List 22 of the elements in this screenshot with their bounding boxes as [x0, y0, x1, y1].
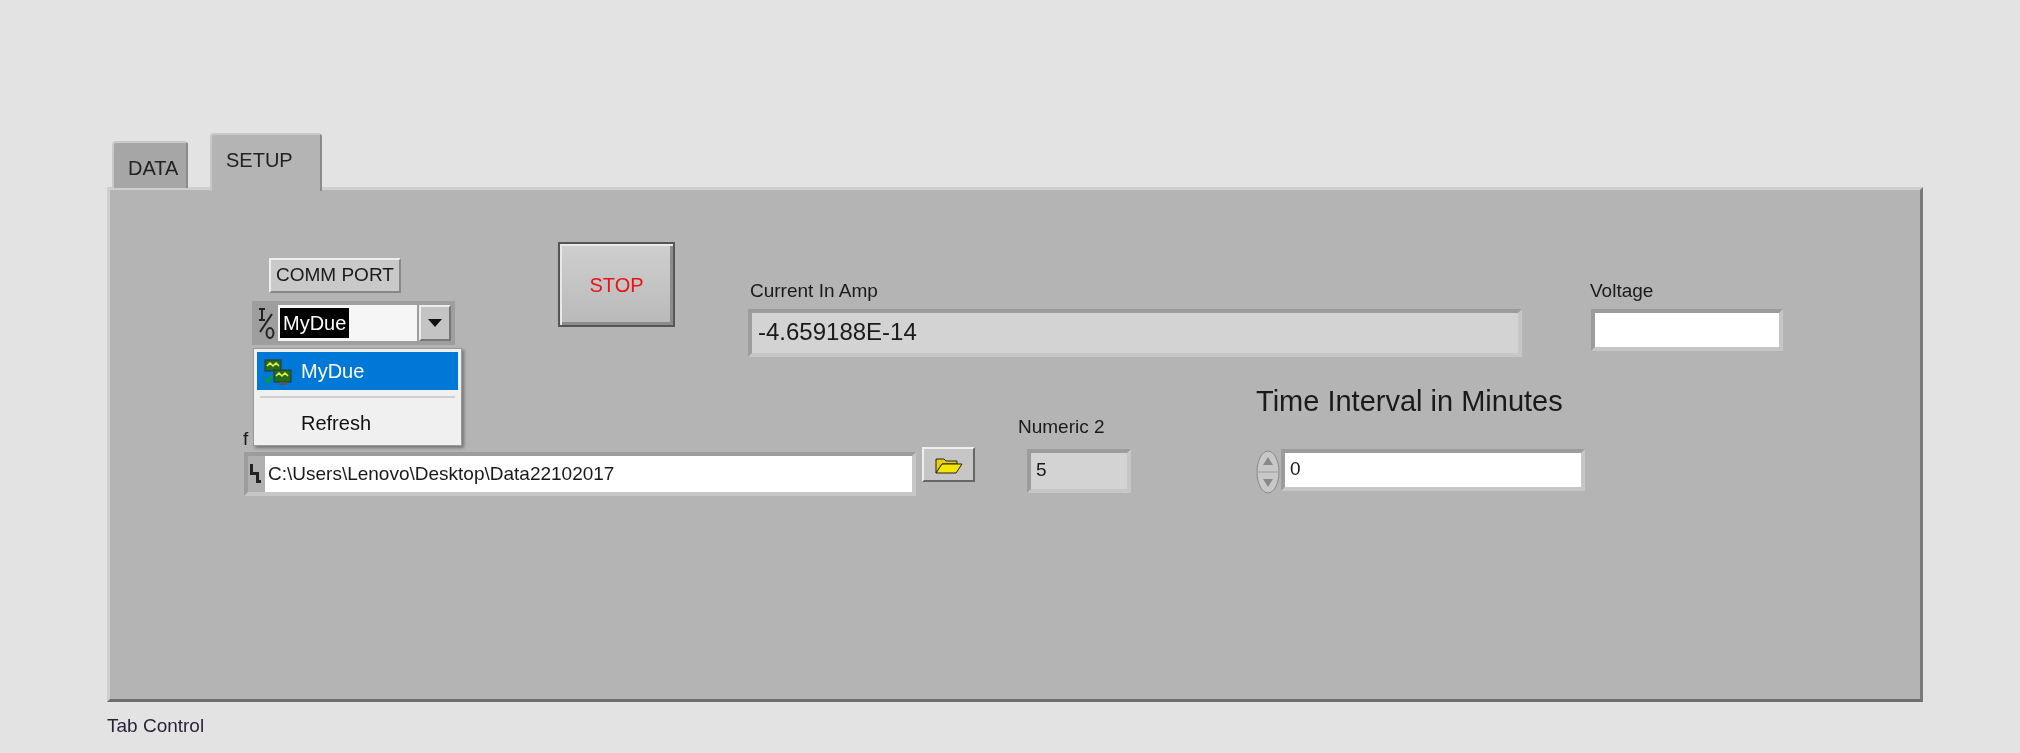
field-label: Current In Amp — [750, 279, 878, 303]
field-label: Numeric 2 — [1018, 415, 1105, 439]
browse-button[interactable] — [922, 447, 975, 482]
folder-icon — [934, 455, 963, 474]
control-label: Tab Control — [107, 714, 205, 738]
numeric-indicator: 5 — [1027, 449, 1131, 493]
menu-item[interactable]: Refresh — [257, 404, 458, 442]
tab[interactable]: DATA — [112, 141, 188, 188]
caret-icon — [428, 319, 442, 327]
field-label: f — [243, 427, 249, 451]
menu-item[interactable]: MyDue — [257, 352, 458, 390]
field-label: Time Interval in Minutes — [1256, 384, 1563, 419]
field-label: COMM PORT — [269, 258, 401, 293]
devices-icon — [263, 357, 293, 387]
numeric-field[interactable]: 0 — [1281, 449, 1585, 491]
port-dropdown[interactable]: MyDue — [252, 301, 455, 345]
port-icon — [256, 306, 276, 340]
numeric-indicator: -4.659188E-14 — [748, 309, 1522, 357]
path-field[interactable]: C:\Users\Lenovo\Desktop\Data22102017 — [244, 452, 916, 496]
field-label: Voltage — [1590, 279, 1654, 303]
path-icon — [248, 463, 262, 485]
tab[interactable]: SETUP — [210, 133, 322, 191]
